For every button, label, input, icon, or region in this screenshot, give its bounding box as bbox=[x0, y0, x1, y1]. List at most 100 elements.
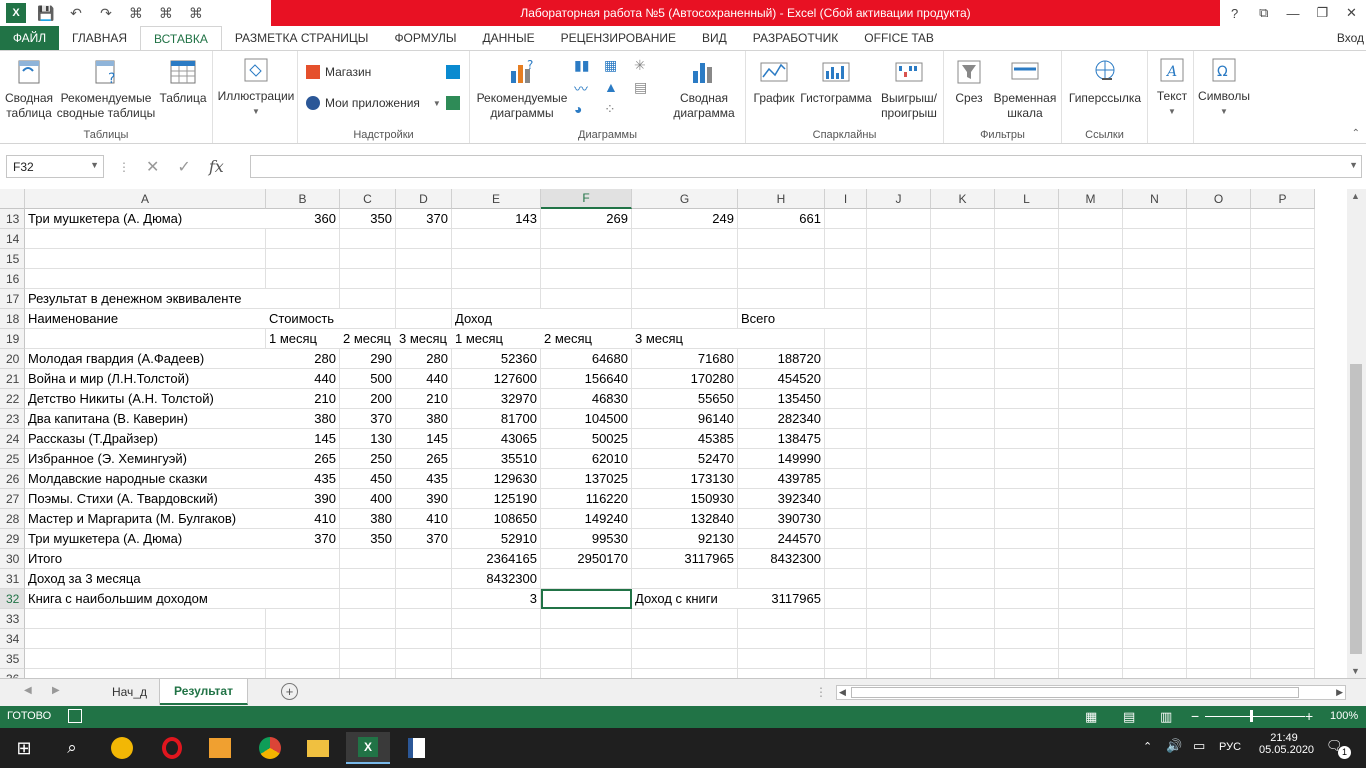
cell-B26[interactable]: 435 bbox=[266, 469, 340, 489]
cell-J30[interactable] bbox=[867, 549, 931, 569]
zoom-in-icon[interactable]: + bbox=[1305, 708, 1313, 724]
cell-E20[interactable]: 52360 bbox=[452, 349, 541, 369]
volume-icon[interactable]: 🔊 bbox=[1166, 738, 1182, 754]
cell-N14[interactable] bbox=[1123, 229, 1187, 249]
cell-D24[interactable]: 145 bbox=[396, 429, 452, 449]
cell-E33[interactable] bbox=[452, 609, 541, 629]
cell-N25[interactable] bbox=[1123, 449, 1187, 469]
cell-G17[interactable] bbox=[632, 289, 738, 309]
cell-A18[interactable]: Наименование bbox=[25, 309, 266, 329]
cell-N16[interactable] bbox=[1123, 269, 1187, 289]
bing-icon[interactable] bbox=[446, 65, 460, 79]
cell-D25[interactable]: 265 bbox=[396, 449, 452, 469]
cell-G28[interactable]: 132840 bbox=[632, 509, 738, 529]
cell-H31[interactable] bbox=[738, 569, 825, 589]
cell-I35[interactable] bbox=[825, 649, 867, 669]
cell-K32[interactable] bbox=[931, 589, 995, 609]
cell-K22[interactable] bbox=[931, 389, 995, 409]
cell-M26[interactable] bbox=[1059, 469, 1123, 489]
cell-F23[interactable]: 104500 bbox=[541, 409, 632, 429]
cell-C24[interactable]: 130 bbox=[340, 429, 396, 449]
cell-O27[interactable] bbox=[1187, 489, 1251, 509]
cell-D20[interactable]: 280 bbox=[396, 349, 452, 369]
cell-N30[interactable] bbox=[1123, 549, 1187, 569]
cell-F29[interactable]: 99530 bbox=[541, 529, 632, 549]
cell-J32[interactable] bbox=[867, 589, 931, 609]
cell-C31[interactable] bbox=[340, 569, 396, 589]
cell-P25[interactable] bbox=[1251, 449, 1315, 469]
row-header-29[interactable]: 29 bbox=[0, 529, 25, 549]
cell-G33[interactable] bbox=[632, 609, 738, 629]
cell-E26[interactable]: 129630 bbox=[452, 469, 541, 489]
cell-L34[interactable] bbox=[995, 629, 1059, 649]
cell-C20[interactable]: 290 bbox=[340, 349, 396, 369]
zoom-level[interactable]: 100% bbox=[1330, 710, 1358, 722]
cell-P18[interactable] bbox=[1251, 309, 1315, 329]
column-header-A[interactable]: A bbox=[25, 189, 266, 209]
cell-B36[interactable] bbox=[266, 669, 340, 678]
cell-F27[interactable]: 116220 bbox=[541, 489, 632, 509]
cell-M18[interactable] bbox=[1059, 309, 1123, 329]
cell-E19[interactable]: 1 месяц bbox=[452, 329, 541, 349]
cell-K14[interactable] bbox=[931, 229, 995, 249]
cell-I18[interactable] bbox=[825, 309, 867, 329]
cell-L25[interactable] bbox=[995, 449, 1059, 469]
cell-M33[interactable] bbox=[1059, 609, 1123, 629]
tab-9[interactable]: OFFICE TAB bbox=[851, 26, 947, 50]
cell-I31[interactable] bbox=[825, 569, 867, 589]
cell-G31[interactable] bbox=[632, 569, 738, 589]
cell-O28[interactable] bbox=[1187, 509, 1251, 529]
column-chart-icon[interactable]: ▮▮ bbox=[574, 57, 604, 79]
cell-E28[interactable]: 108650 bbox=[452, 509, 541, 529]
cell-E35[interactable] bbox=[452, 649, 541, 669]
cell-E17[interactable] bbox=[452, 289, 541, 309]
sheet-tab-result[interactable]: Результат bbox=[160, 679, 248, 705]
cell-N29[interactable] bbox=[1123, 529, 1187, 549]
cell-N15[interactable] bbox=[1123, 249, 1187, 269]
cell-D21[interactable]: 440 bbox=[396, 369, 452, 389]
network-icon[interactable]: ▭ bbox=[1193, 738, 1205, 754]
cell-B17[interactable] bbox=[266, 289, 340, 309]
illustrations-button[interactable]: Иллюстрации ▼ bbox=[215, 55, 297, 119]
column-header-M[interactable]: M bbox=[1059, 189, 1123, 209]
symbols-button[interactable]: Ω Символы ▼ bbox=[1196, 55, 1252, 119]
tab-split-icon[interactable]: ⋮ bbox=[815, 685, 827, 699]
cell-C14[interactable] bbox=[340, 229, 396, 249]
cell-F30[interactable]: 2950170 bbox=[541, 549, 632, 569]
cell-P30[interactable] bbox=[1251, 549, 1315, 569]
scroll-down-icon[interactable]: ▼ bbox=[1351, 666, 1360, 676]
cell-I36[interactable] bbox=[825, 669, 867, 678]
tab-8[interactable]: РАЗРАБОТЧИК bbox=[740, 26, 852, 50]
cell-I27[interactable] bbox=[825, 489, 867, 509]
insert-function-icon[interactable]: fx bbox=[209, 157, 224, 176]
cell-H29[interactable]: 244570 bbox=[738, 529, 825, 549]
cell-G15[interactable] bbox=[632, 249, 738, 269]
cell-A28[interactable]: Мастер и Маргарита (М. Булгаков) bbox=[25, 509, 266, 529]
cell-K29[interactable] bbox=[931, 529, 995, 549]
cell-J17[interactable] bbox=[867, 289, 931, 309]
table-button[interactable]: Таблица bbox=[157, 57, 209, 106]
cell-C27[interactable]: 400 bbox=[340, 489, 396, 509]
prev-sheet-icon[interactable]: ◀ bbox=[24, 685, 32, 696]
cell-N19[interactable] bbox=[1123, 329, 1187, 349]
cell-O36[interactable] bbox=[1187, 669, 1251, 678]
cell-J23[interactable] bbox=[867, 409, 931, 429]
people-graph-icon[interactable] bbox=[446, 96, 460, 110]
cell-D15[interactable] bbox=[396, 249, 452, 269]
cell-B22[interactable]: 210 bbox=[266, 389, 340, 409]
row-header-26[interactable]: 26 bbox=[0, 469, 25, 489]
cell-B16[interactable] bbox=[266, 269, 340, 289]
cell-L33[interactable] bbox=[995, 609, 1059, 629]
column-header-I[interactable]: I bbox=[825, 189, 867, 209]
cell-C33[interactable] bbox=[340, 609, 396, 629]
cell-J36[interactable] bbox=[867, 669, 931, 678]
cell-G29[interactable]: 92130 bbox=[632, 529, 738, 549]
cell-H23[interactable]: 282340 bbox=[738, 409, 825, 429]
cell-H27[interactable]: 392340 bbox=[738, 489, 825, 509]
cell-M28[interactable] bbox=[1059, 509, 1123, 529]
cell-L36[interactable] bbox=[995, 669, 1059, 678]
cell-F20[interactable]: 64680 bbox=[541, 349, 632, 369]
tab-6[interactable]: РЕЦЕНЗИРОВАНИЕ bbox=[548, 26, 689, 50]
cell-J34[interactable] bbox=[867, 629, 931, 649]
cell-L32[interactable] bbox=[995, 589, 1059, 609]
